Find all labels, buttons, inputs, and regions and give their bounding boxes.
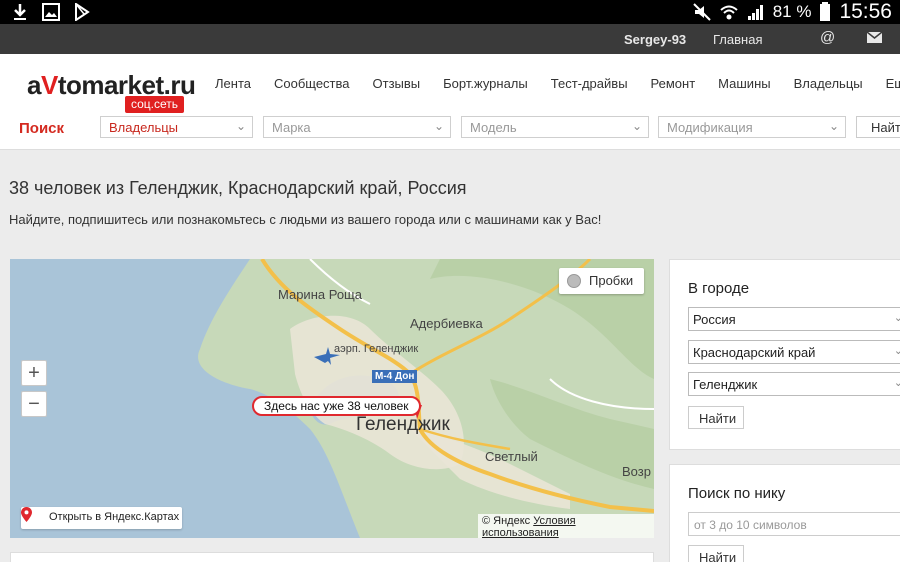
region-value: Краснодарский край — [693, 345, 816, 360]
page-subtitle: Найдите, подпишитесь или познакомьтесь с… — [9, 212, 602, 227]
country-select[interactable]: Россия ⌄ — [688, 307, 900, 331]
search-type-select[interactable]: Владельцы ⌄ — [100, 116, 253, 138]
nav-item-more[interactable]: Ещё — [886, 76, 900, 91]
image-icon — [42, 3, 60, 21]
nick-search-panel: Поиск по нику от 3 до 10 символов Найти — [669, 464, 900, 562]
traffic-label: Пробки — [589, 273, 634, 288]
map-label-vozr: Возр — [622, 464, 651, 479]
logo-v: V — [40, 70, 58, 100]
wifi-icon — [720, 5, 738, 20]
battery-percent: 81 % — [772, 2, 812, 21]
page-title: 38 человек из Геленджик, Краснодарский к… — [9, 178, 467, 198]
zoom-out-button[interactable]: − — [21, 391, 47, 417]
map-pin-icon — [21, 507, 32, 522]
nick-find-button[interactable]: Найти — [688, 545, 744, 562]
nick-placeholder: от 3 до 10 символов — [694, 518, 807, 532]
traffic-button[interactable]: Пробки — [559, 268, 644, 294]
chevron-down-icon: ⌄ — [631, 119, 642, 133]
map-label-airport: аэрп. Геленджик — [334, 343, 419, 355]
map-attribution: © Яндекс Условия использования — [478, 514, 654, 538]
mentions-icon[interactable]: @ — [820, 29, 835, 46]
nav-item-communities[interactable]: Сообщества — [274, 76, 350, 91]
city-select[interactable]: Геленджик ⌄ — [688, 372, 900, 396]
yandex-map[interactable]: Марина Роща Адербиевка аэрп. Геленджик М… — [10, 259, 654, 538]
region-select[interactable]: Краснодарский край ⌄ — [688, 340, 900, 364]
map-label-svetly: Светлый — [485, 449, 538, 464]
download-icon — [14, 4, 26, 20]
nav-item-reviews[interactable]: Отзывы — [373, 76, 421, 91]
nav-item-test-drives[interactable]: Тест-драйвы — [551, 76, 628, 91]
play-store-icon — [75, 3, 90, 21]
city-find-button[interactable]: Найти — [688, 406, 744, 429]
map-label-city: Геленджик — [356, 414, 450, 435]
model-select[interactable]: Модель ⌄ — [461, 116, 649, 138]
nick-panel-title: Поиск по нику — [688, 485, 786, 502]
header-find-button[interactable]: Найти — [856, 116, 900, 138]
nick-input[interactable]: от 3 до 10 символов — [688, 512, 900, 536]
open-yandex-maps-button[interactable]: Открыть в Яндекс.Картах — [21, 507, 182, 529]
nav-item-repair[interactable]: Ремонт — [651, 76, 696, 91]
results-card — [10, 552, 654, 562]
chevron-down-icon: ⌄ — [828, 119, 839, 133]
mute-icon — [692, 3, 711, 21]
zoom-in-button[interactable]: + — [21, 360, 47, 386]
chevron-down-icon: ⌄ — [893, 377, 900, 389]
username-link[interactable]: Sergey-93 — [624, 32, 686, 47]
map-label-aderbievka: Адербиевка — [410, 316, 483, 331]
chevron-down-icon: ⌄ — [235, 119, 246, 133]
nav-item-cars[interactable]: Машины — [718, 76, 770, 91]
site-header: aVtomarket.ru соц.сеть Лента Сообщества … — [0, 54, 900, 150]
search-type-value: Владельцы — [109, 120, 179, 135]
chevron-down-icon: ⌄ — [433, 119, 444, 133]
user-bar: Sergey-93 Главная @ — [0, 24, 900, 54]
modification-placeholder: Модификация — [667, 120, 753, 135]
logo-badge: соц.сеть — [125, 96, 185, 113]
modification-select[interactable]: Модификация ⌄ — [658, 116, 846, 138]
brand-placeholder: Марка — [272, 120, 311, 135]
map-label-road: М-4 Дон — [372, 370, 418, 383]
main-nav: Лента Сообщества Отзывы Борт.журналы Тес… — [215, 76, 900, 91]
city-value: Геленджик — [693, 377, 758, 392]
city-search-panel: В городе Россия ⌄ Краснодарский край ⌄ Гел… — [669, 259, 900, 450]
brand-select[interactable]: Марка ⌄ — [263, 116, 451, 138]
model-placeholder: Модель — [470, 120, 517, 135]
city-panel-title: В городе — [688, 280, 750, 297]
country-value: Россия — [693, 312, 736, 327]
map-copyright: © Яндекс — [482, 515, 531, 527]
map-balloon[interactable]: Здесь нас уже 38 человек — [252, 396, 421, 416]
android-status-bar: 81 % 15:56 — [0, 0, 900, 24]
battery-icon — [820, 2, 831, 21]
open-yandex-maps-label: Открыть в Яндекс.Картах — [49, 511, 180, 523]
search-label: Поиск — [19, 120, 65, 137]
map-label-marina-roshcha: Марина Роща — [278, 287, 362, 302]
chevron-down-icon: ⌄ — [893, 312, 900, 324]
mail-icon[interactable] — [867, 32, 882, 43]
chevron-down-icon: ⌄ — [893, 345, 900, 357]
traffic-light-icon — [567, 274, 581, 288]
nav-item-logbooks[interactable]: Борт.журналы — [443, 76, 528, 91]
clock: 15:56 — [839, 0, 892, 23]
home-link[interactable]: Главная — [713, 32, 762, 47]
logo-prefix: a — [27, 70, 41, 100]
signal-icon — [747, 5, 763, 20]
nav-item-owners[interactable]: Владельцы — [794, 76, 863, 91]
nav-item-feed[interactable]: Лента — [215, 76, 251, 91]
